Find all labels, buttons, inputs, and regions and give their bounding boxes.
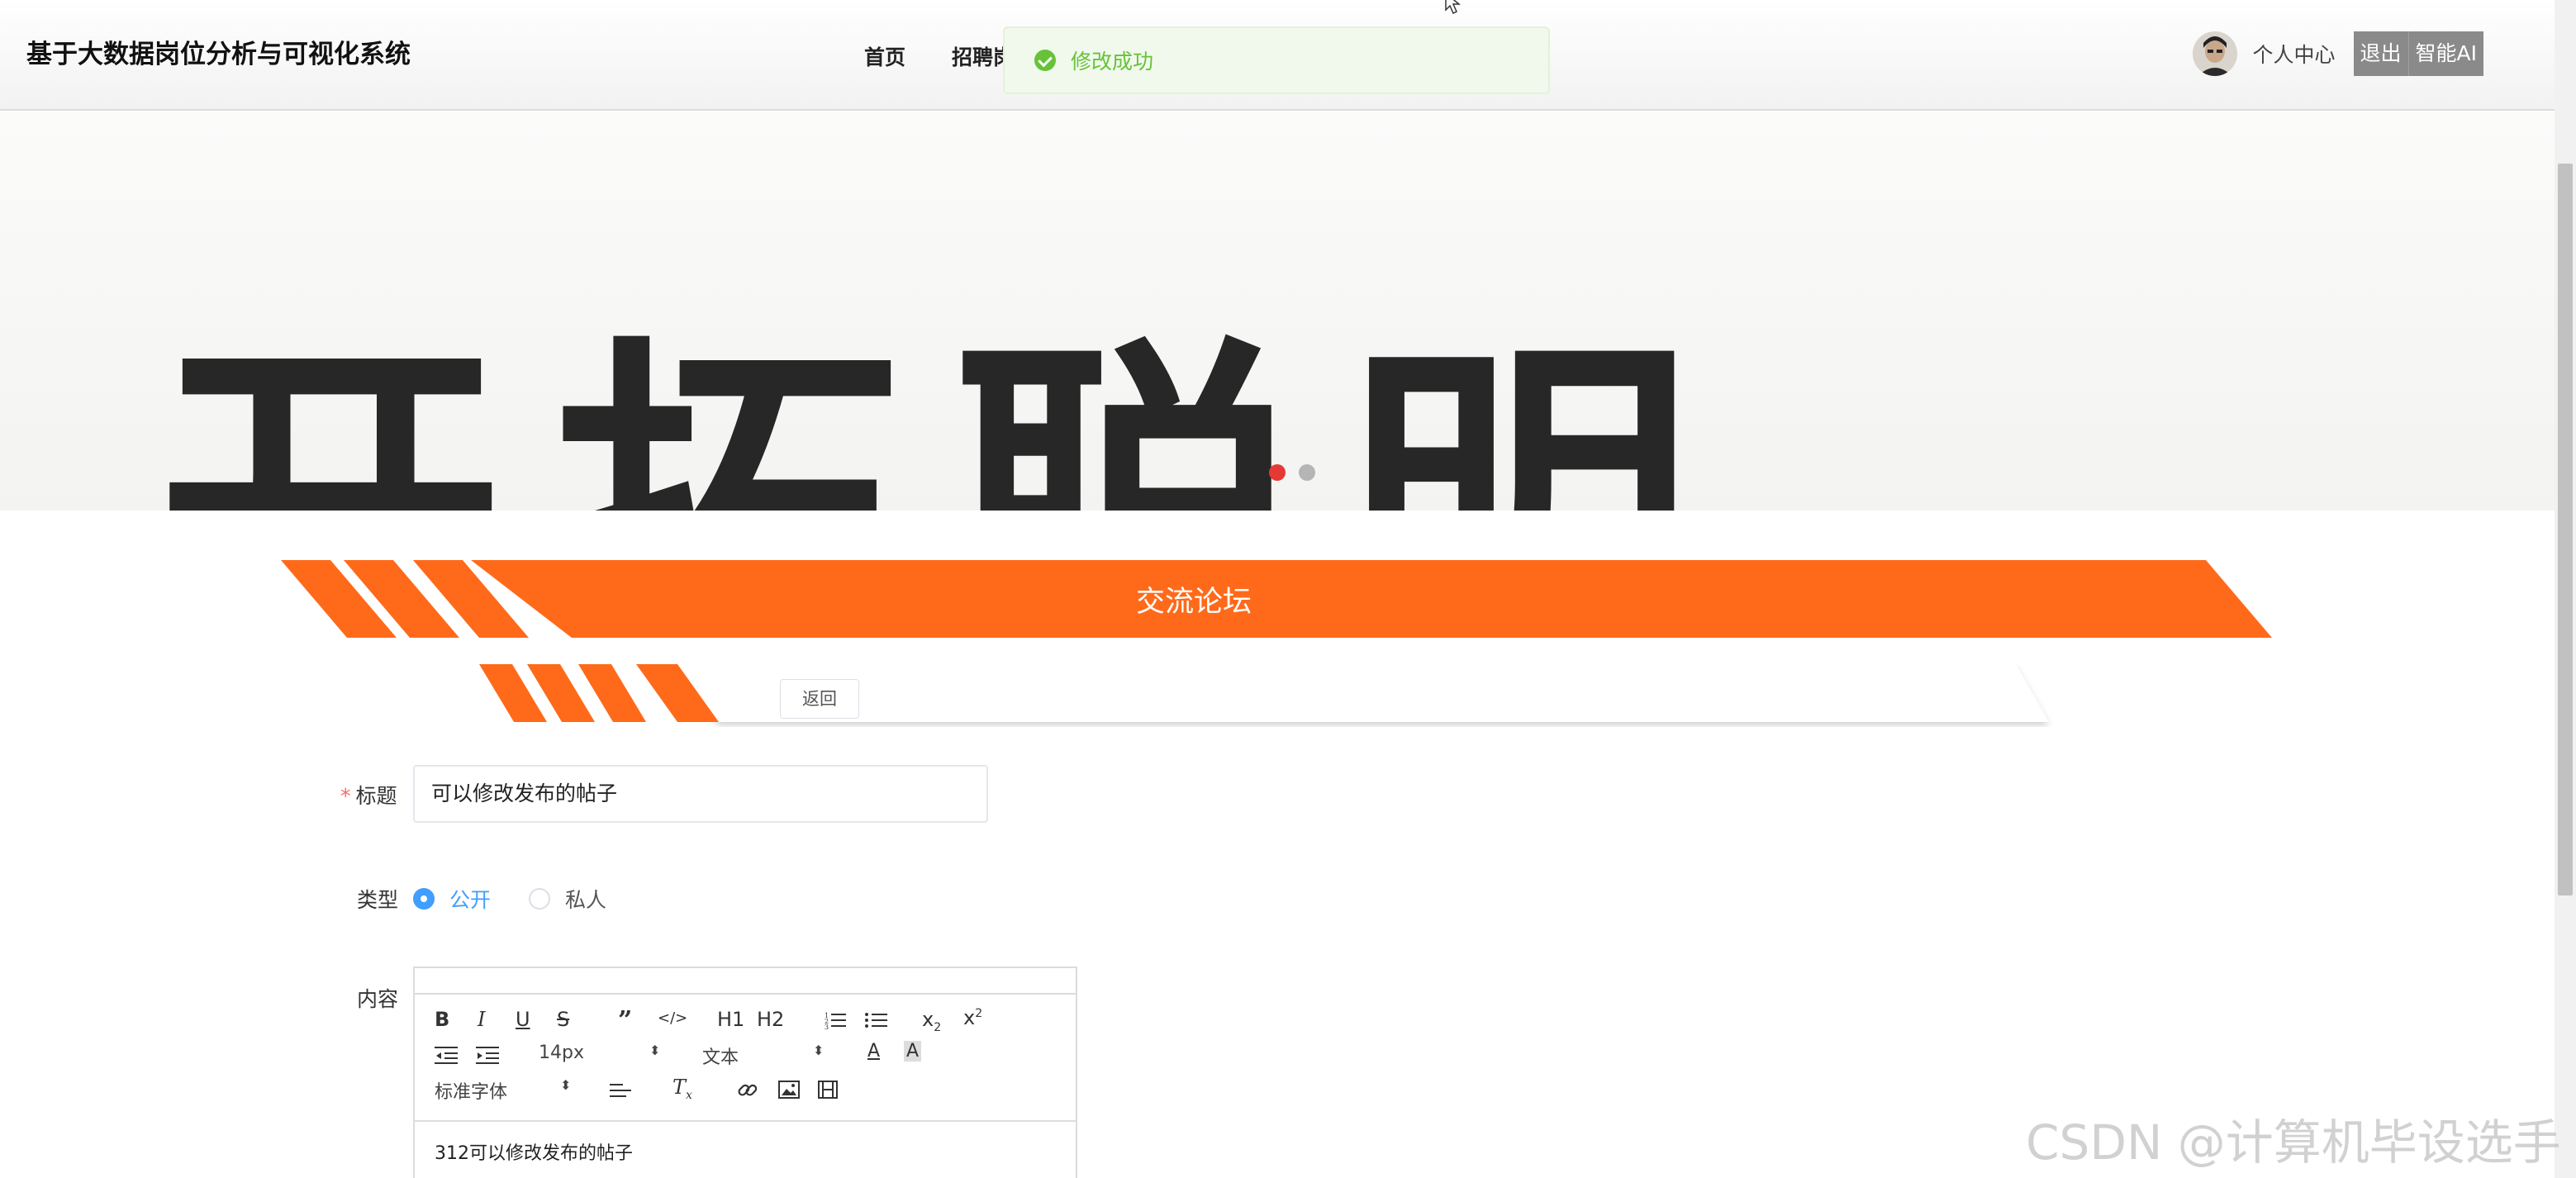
title-label-text: 标题 bbox=[355, 784, 397, 808]
indent-icon[interactable] bbox=[476, 1046, 499, 1064]
carousel-banner[interactable]: 开拓聪明 bbox=[0, 112, 2555, 511]
blockquote-icon[interactable]: ” bbox=[618, 1006, 632, 1035]
back-button[interactable]: 返回 bbox=[780, 679, 859, 719]
font-family-picker-arrow-icon[interactable]: ⬍ bbox=[560, 1077, 571, 1093]
success-toast: 修改成功 bbox=[1003, 26, 1550, 94]
font-size-picker-arrow-icon[interactable]: ⬍ bbox=[649, 1043, 660, 1058]
main-nav: 首页 招聘岗 bbox=[864, 41, 1014, 71]
svg-text:3: 3 bbox=[825, 1024, 829, 1029]
page-scrollbar[interactable] bbox=[2555, 0, 2576, 1178]
carousel-dot[interactable] bbox=[1299, 464, 1315, 481]
check-circle-icon bbox=[1034, 50, 1056, 71]
radio-private-circle[interactable] bbox=[529, 888, 550, 910]
profile-center-link[interactable]: 个人中心 bbox=[2252, 39, 2335, 69]
type-label: 类型 bbox=[357, 888, 399, 912]
ordered-list-icon[interactable]: 1 2 3 bbox=[825, 1011, 846, 1029]
background-color-icon[interactable]: A bbox=[904, 1041, 922, 1062]
bullet-list-icon[interactable] bbox=[864, 1011, 887, 1029]
title-label: * 标题 bbox=[340, 780, 397, 810]
radio-public-label: 公开 bbox=[449, 888, 492, 912]
radio-public[interactable]: 公开 bbox=[413, 884, 491, 914]
header2-icon[interactable]: H2 bbox=[757, 1008, 784, 1031]
section-title: 交流论坛 bbox=[1135, 586, 1252, 619]
outdent-icon[interactable] bbox=[435, 1046, 458, 1064]
header-picker[interactable]: 文本 bbox=[702, 1043, 739, 1069]
carousel-dot-active[interactable] bbox=[1269, 464, 1286, 481]
rich-text-editor: B I U S ” </> H1 H2 1 2 3 x2 x2 14px ⬍ 文… bbox=[413, 967, 1077, 1178]
clear-format-icon[interactable]: Tx bbox=[673, 1076, 692, 1102]
font-family-picker[interactable]: 标准字体 bbox=[435, 1077, 507, 1104]
editor-content[interactable]: 312可以修改发布的帖子 bbox=[435, 1138, 633, 1165]
title-input[interactable]: 可以修改发布的帖子 bbox=[413, 765, 988, 823]
underline-icon[interactable]: U bbox=[516, 1008, 530, 1031]
editor-toolbar: B I U S ” </> H1 H2 1 2 3 x2 x2 14px ⬍ 文… bbox=[415, 993, 1076, 1122]
banner-image-text: 开拓聪明 bbox=[157, 340, 1743, 511]
font-size-picker[interactable]: 14px bbox=[539, 1043, 584, 1063]
italic-icon[interactable]: I bbox=[478, 1008, 485, 1031]
watermark: CSDN @计算机毕设选手 bbox=[2026, 1114, 2561, 1171]
align-icon[interactable] bbox=[610, 1082, 631, 1100]
carousel-indicators bbox=[1269, 464, 1315, 481]
sub-header-bar bbox=[479, 664, 2049, 722]
content-label: 内容 bbox=[357, 987, 399, 1011]
link-icon[interactable] bbox=[737, 1081, 758, 1100]
radio-private[interactable]: 私人 bbox=[529, 884, 606, 914]
image-icon[interactable] bbox=[778, 1081, 800, 1099]
subscript-icon[interactable]: x2 bbox=[922, 1008, 941, 1034]
strikethrough-icon[interactable]: S bbox=[557, 1008, 569, 1031]
font-color-icon[interactable]: A bbox=[867, 1041, 880, 1062]
toast-message: 修改成功 bbox=[1071, 50, 1154, 74]
video-icon[interactable] bbox=[818, 1081, 838, 1099]
app-title: 基于大数据岗位分析与可视化系统 bbox=[26, 40, 411, 69]
nav-item-home[interactable]: 首页 bbox=[864, 41, 905, 71]
required-asterisk: * bbox=[340, 784, 351, 808]
mouse-cursor-icon bbox=[1445, 0, 1461, 15]
avatar[interactable] bbox=[2193, 31, 2238, 76]
scrollbar-thumb[interactable] bbox=[2558, 164, 2573, 895]
radio-public-circle[interactable] bbox=[413, 888, 435, 910]
smart-ai-button[interactable]: 智能AI bbox=[2407, 31, 2483, 76]
logout-button[interactable]: 退出 bbox=[2353, 31, 2408, 76]
bold-icon[interactable]: B bbox=[435, 1008, 449, 1031]
user-area: 个人中心 退出 智能AI bbox=[2193, 30, 2483, 78]
code-block-icon[interactable]: </> bbox=[658, 1009, 687, 1027]
radio-private-label: 私人 bbox=[565, 888, 607, 912]
header-picker-arrow-icon[interactable]: ⬍ bbox=[813, 1043, 824, 1058]
header1-icon[interactable]: H1 bbox=[717, 1008, 744, 1031]
superscript-icon[interactable]: x2 bbox=[963, 1006, 982, 1029]
